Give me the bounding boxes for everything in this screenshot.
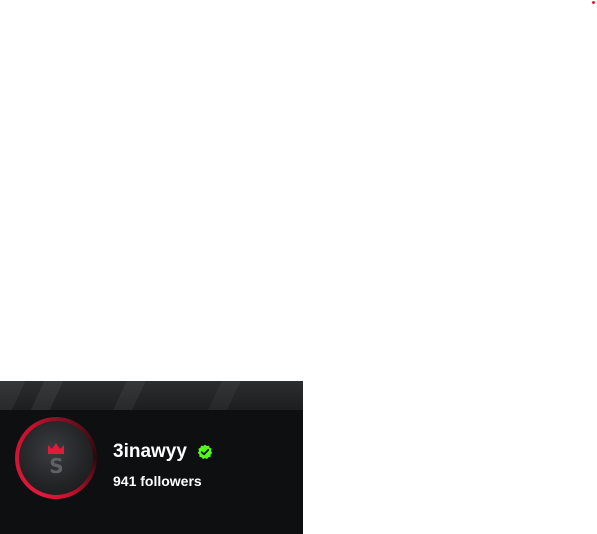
channel-banner [0, 381, 303, 410]
page: S 3inawyy 941 followers [0, 0, 597, 534]
avatar-image: S [19, 421, 93, 495]
avatar-logo-text: S [49, 454, 63, 478]
channel-name[interactable]: 3inawyy [113, 441, 187, 463]
indicator-dot [592, 1, 595, 4]
followers-count: 941 followers [113, 473, 202, 489]
channel-name-row: 3inawyy [113, 440, 213, 464]
channel-card[interactable]: S 3inawyy 941 followers [0, 381, 303, 534]
channel-avatar[interactable]: S [15, 417, 97, 499]
verified-badge-icon [197, 444, 213, 459]
